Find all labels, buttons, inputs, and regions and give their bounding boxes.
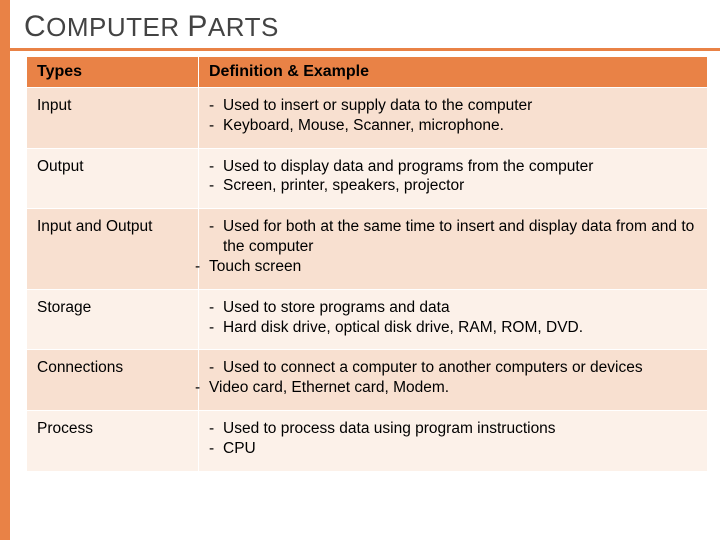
table-row: Input- Used to insert or supply data to … bbox=[27, 88, 708, 149]
accent-bar bbox=[0, 0, 10, 540]
table-header-row: Types Definition & Example bbox=[27, 57, 708, 88]
bullet-text: Used to insert or supply data to the com… bbox=[223, 96, 697, 116]
cell-type: Output bbox=[27, 148, 199, 209]
cell-type: Process bbox=[27, 411, 199, 472]
table-body: Input- Used to insert or supply data to … bbox=[27, 88, 708, 472]
bullet-text: Video card, Ethernet card, Modem. bbox=[209, 378, 697, 398]
bullet-line: - Video card, Ethernet card, Modem. bbox=[195, 378, 697, 398]
title-word-2: ARTS bbox=[208, 12, 279, 42]
table-row: Input and Output- Used for both at the s… bbox=[27, 209, 708, 289]
dash-icon: - bbox=[209, 439, 223, 459]
bullet-line: - CPU bbox=[209, 439, 697, 459]
page-title: COMPUTER PARTS bbox=[0, 0, 720, 48]
cell-definition: - Used to store programs and data- Hard … bbox=[199, 289, 708, 350]
parts-table: Types Definition & Example Input- Used t… bbox=[26, 56, 708, 472]
dash-icon: - bbox=[209, 217, 223, 237]
cell-type: Input bbox=[27, 88, 199, 149]
bullet-line: - Used to connect a computer to another … bbox=[209, 358, 697, 378]
bullet-text: Screen, printer, speakers, projector bbox=[223, 176, 697, 196]
title-word-1: OMPUTER bbox=[46, 12, 187, 42]
title-cap-p: P bbox=[187, 10, 208, 43]
bullet-line: - Used to insert or supply data to the c… bbox=[209, 96, 697, 116]
slide: COMPUTER PARTS Types Definition & Exampl… bbox=[0, 0, 720, 540]
cell-type: Input and Output bbox=[27, 209, 199, 289]
title-cap-c: C bbox=[24, 10, 46, 43]
bullet-line: - Screen, printer, speakers, projector bbox=[209, 176, 697, 196]
cell-definition: - Used to insert or supply data to the c… bbox=[199, 88, 708, 149]
bullet-line: - Keyboard, Mouse, Scanner, microphone. bbox=[209, 116, 697, 136]
bullet-text: Touch screen bbox=[209, 257, 697, 277]
dash-icon: - bbox=[195, 378, 209, 398]
bullet-line: - Used to display data and programs from… bbox=[209, 157, 697, 177]
dash-icon: - bbox=[209, 419, 223, 439]
cell-definition: - Used to connect a computer to another … bbox=[199, 350, 708, 411]
bullet-line: - Used to process data using program ins… bbox=[209, 419, 697, 439]
dash-icon: - bbox=[195, 257, 209, 277]
bullet-text: Hard disk drive, optical disk drive, RAM… bbox=[223, 318, 697, 338]
table-row: Output- Used to display data and program… bbox=[27, 148, 708, 209]
dash-icon: - bbox=[209, 116, 223, 136]
bullet-text: Used for both at the same time to insert… bbox=[223, 217, 697, 257]
header-definition: Definition & Example bbox=[199, 57, 708, 88]
dash-icon: - bbox=[209, 96, 223, 116]
bullet-line: - Used to store programs and data bbox=[209, 298, 697, 318]
cell-type: Connections bbox=[27, 350, 199, 411]
cell-definition: - Used to process data using program ins… bbox=[199, 411, 708, 472]
dash-icon: - bbox=[209, 318, 223, 338]
cell-type: Storage bbox=[27, 289, 199, 350]
title-underline bbox=[0, 48, 720, 51]
table-row: Process- Used to process data using prog… bbox=[27, 411, 708, 472]
bullet-text: Keyboard, Mouse, Scanner, microphone. bbox=[223, 116, 697, 136]
bullet-line: - Hard disk drive, optical disk drive, R… bbox=[209, 318, 697, 338]
bullet-text: Used to display data and programs from t… bbox=[223, 157, 697, 177]
bullet-text: CPU bbox=[223, 439, 697, 459]
bullet-line: - Used for both at the same time to inse… bbox=[209, 217, 697, 257]
cell-definition: - Used to display data and programs from… bbox=[199, 148, 708, 209]
header-types: Types bbox=[27, 57, 199, 88]
dash-icon: - bbox=[209, 176, 223, 196]
dash-icon: - bbox=[209, 157, 223, 177]
dash-icon: - bbox=[209, 358, 223, 378]
bullet-text: Used to process data using program instr… bbox=[223, 419, 697, 439]
table-row: Connections- Used to connect a computer … bbox=[27, 350, 708, 411]
bullet-line: - Touch screen bbox=[195, 257, 697, 277]
dash-icon: - bbox=[209, 298, 223, 318]
bullet-text: Used to connect a computer to another co… bbox=[223, 358, 697, 378]
table-row: Storage- Used to store programs and data… bbox=[27, 289, 708, 350]
bullet-text: Used to store programs and data bbox=[223, 298, 697, 318]
cell-definition: - Used for both at the same time to inse… bbox=[199, 209, 708, 289]
